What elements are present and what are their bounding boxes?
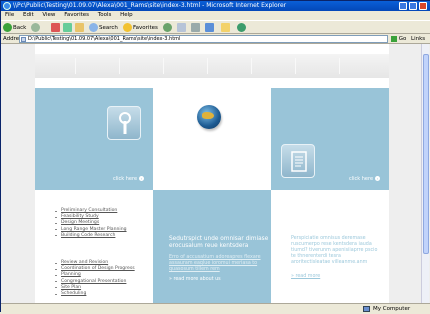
home-button[interactable] — [75, 23, 85, 33]
forward-arrow-icon — [31, 23, 40, 32]
mail-icon — [177, 23, 186, 32]
arrow-right-icon: › — [139, 176, 145, 181]
print-icon — [191, 23, 200, 32]
menu-view[interactable]: View — [42, 11, 55, 20]
services-list-b: Review and Revision Coordination of Desi… — [53, 260, 135, 297]
menu-file[interactable]: File — [5, 11, 14, 20]
tools-tile: click here › — [35, 88, 153, 190]
services-list-a: Preliminary Consultation Feasibility Stu… — [53, 208, 127, 239]
globe-icon — [197, 105, 221, 129]
menu-edit[interactable]: Edit — [23, 11, 34, 20]
vertical-scrollbar[interactable] — [421, 44, 429, 303]
refresh-button[interactable] — [63, 23, 73, 33]
globe-land — [202, 112, 214, 119]
print-button[interactable] — [191, 23, 201, 33]
title-bar: \\Pc\Public\Testing\01.09.07\Alexa\001_R… — [1, 1, 430, 11]
history-icon — [163, 23, 172, 32]
standard-toolbar: Back Search Favorites — [1, 20, 430, 34]
window-title: \\Pc\Public\Testing\01.09.07\Alexa\001_R… — [13, 2, 287, 9]
scrollbar-thumb[interactable] — [423, 54, 429, 254]
document-graphic — [291, 151, 307, 172]
header-divider — [339, 58, 340, 74]
browser-window: \\Pc\Public\Testing\01.09.07\Alexa\001_R… — [0, 0, 430, 313]
minimize-button[interactable] — [399, 2, 407, 10]
favorites-button[interactable]: Favorites — [123, 23, 158, 33]
header-divider — [207, 58, 208, 74]
list-item[interactable]: Scheduling — [53, 291, 135, 297]
page-viewport: click here › click here › Preliminary Co… — [1, 44, 430, 303]
header-divider — [75, 58, 76, 74]
wrench-icon[interactable] — [107, 106, 141, 140]
computer-icon — [363, 306, 370, 312]
search-icon — [89, 23, 98, 32]
messenger-button[interactable] — [237, 23, 247, 33]
about-read-more-link[interactable]: » read more about us — [169, 277, 273, 282]
folder-button[interactable] — [221, 23, 231, 33]
links-button[interactable]: Links — [411, 34, 425, 44]
menu-bar: File Edit View Favorites Tools Help — [1, 11, 430, 20]
edit-button[interactable] — [205, 23, 215, 33]
messenger-icon — [237, 23, 246, 32]
about-text-block: Sedutrspict unde omnisar dimiase erocusa… — [169, 236, 273, 282]
menu-help[interactable]: Help — [120, 11, 133, 20]
refresh-icon — [63, 23, 72, 32]
header-divider — [163, 58, 164, 74]
right-body: Perspiciatie omnisus deremase ruscumerpo… — [291, 236, 378, 265]
forward-button[interactable] — [31, 23, 41, 33]
home-icon — [75, 23, 84, 32]
address-bar: Address D:\Public\Testing\01.09.07\Alexa… — [1, 34, 430, 44]
header-divider — [295, 58, 296, 74]
right-text-block: Perspiciatie omnisus deremase ruscumerpo… — [291, 236, 379, 280]
documents-click-here-link[interactable]: click here › — [349, 176, 381, 182]
back-button[interactable]: Back — [3, 23, 26, 33]
stop-icon — [51, 23, 60, 32]
status-zone: My Computer — [373, 306, 411, 312]
header-band — [35, 54, 389, 78]
document-icon[interactable] — [281, 144, 315, 178]
back-arrow-icon — [3, 23, 12, 32]
ie-logo-icon — [3, 2, 11, 10]
address-value: D:\Public\Testing\01.09.07\Alexa\001_Ram… — [28, 36, 181, 42]
documents-tile: click here › — [271, 88, 389, 190]
web-page: click here › click here › Preliminary Co… — [35, 44, 389, 303]
stop-button[interactable] — [51, 23, 61, 33]
menu-tools[interactable]: Tools — [98, 11, 112, 20]
header-divider — [119, 58, 120, 74]
star-icon — [123, 23, 132, 32]
go-arrow-icon — [391, 35, 397, 42]
right-read-more-link[interactable]: » read more — [291, 274, 379, 280]
about-heading: Sedutrspict unde omnisar dimiase erocusa… — [169, 236, 269, 249]
maximize-button[interactable] — [409, 2, 417, 10]
search-button[interactable]: Search — [89, 23, 118, 33]
go-button[interactable]: Go — [391, 34, 406, 44]
wrench-graphic — [119, 112, 131, 134]
address-input[interactable]: D:\Public\Testing\01.09.07\Alexa\001_Ram… — [19, 35, 388, 43]
header-divider — [251, 58, 252, 74]
menu-favorites[interactable]: Favorites — [64, 11, 89, 20]
edit-icon — [205, 23, 214, 32]
list-item[interactable]: Building Code Research — [53, 233, 127, 239]
history-button[interactable] — [163, 23, 173, 33]
close-button[interactable] — [419, 2, 427, 10]
mail-button[interactable] — [177, 23, 187, 33]
page-icon — [21, 37, 26, 42]
tools-click-here-link[interactable]: click here › — [113, 176, 145, 182]
arrow-right-icon: › — [375, 176, 381, 181]
folder-icon — [221, 23, 230, 32]
about-body[interactable]: Erro of accusatium adoreapres flexare as… — [169, 255, 273, 273]
